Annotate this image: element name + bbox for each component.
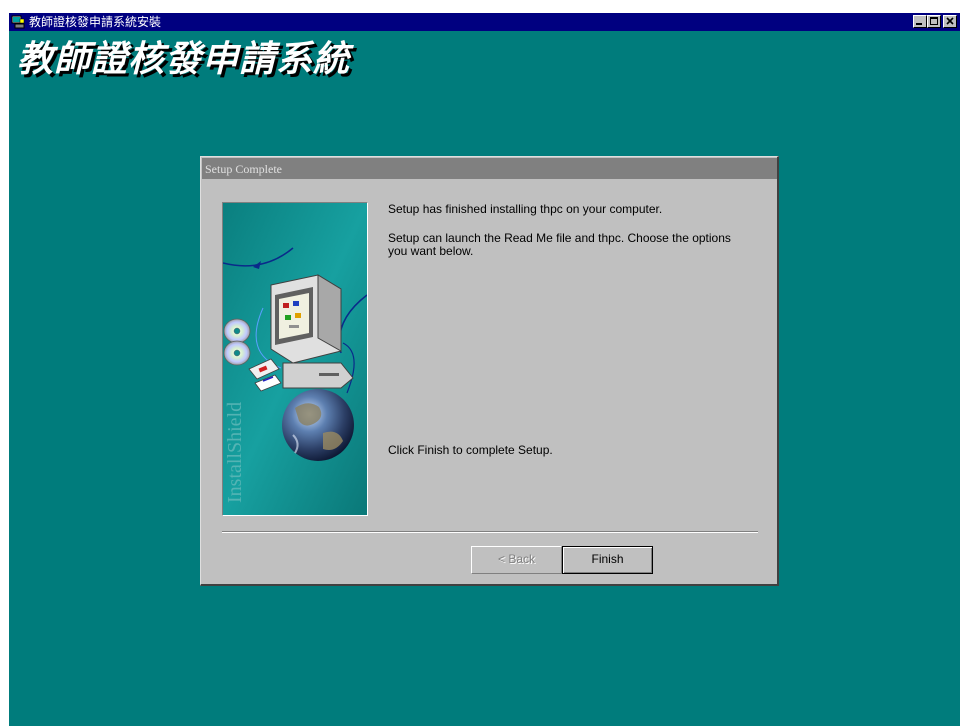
computer-globe-illustration-icon: InstallShield <box>223 203 367 515</box>
window-title: 教師證核發申請系統安裝 <box>29 15 162 29</box>
message-finished: Setup has finished installing thpc on yo… <box>388 202 663 216</box>
dialog-separator <box>222 531 758 533</box>
message-launch-options: Setup can launch the Read Me file and th… <box>388 231 731 258</box>
installshield-watermark: InstallShield <box>224 402 246 503</box>
app-banner-title: 教師證核發申請系統 <box>17 38 351 80</box>
message-click-finish: Click Finish to complete Setup. <box>388 443 553 457</box>
minimize-icon <box>916 23 922 25</box>
close-icon <box>946 17 954 25</box>
dialog-titlebar[interactable]: Setup Complete <box>202 158 777 179</box>
setup-complete-dialog: Setup Complete InstallShield Setup has f… <box>200 156 779 586</box>
close-button[interactable] <box>943 15 957 28</box>
finish-button[interactable]: Finish <box>562 546 653 574</box>
installshield-artwork: InstallShield <box>222 202 368 516</box>
maximize-button[interactable] <box>927 15 941 28</box>
dialog-title: Setup Complete <box>205 162 282 176</box>
window-titlebar[interactable]: 教師證核發申請系統安裝 <box>9 13 960 31</box>
back-button[interactable]: < Back <box>471 546 562 574</box>
maximize-icon <box>930 17 938 25</box>
minimize-button[interactable] <box>913 15 927 28</box>
setup-app-icon <box>11 15 25 29</box>
setup-window: 教師證核發申請系統安裝 教師證核發申請系統 Setup Complete Ins… <box>9 13 960 726</box>
